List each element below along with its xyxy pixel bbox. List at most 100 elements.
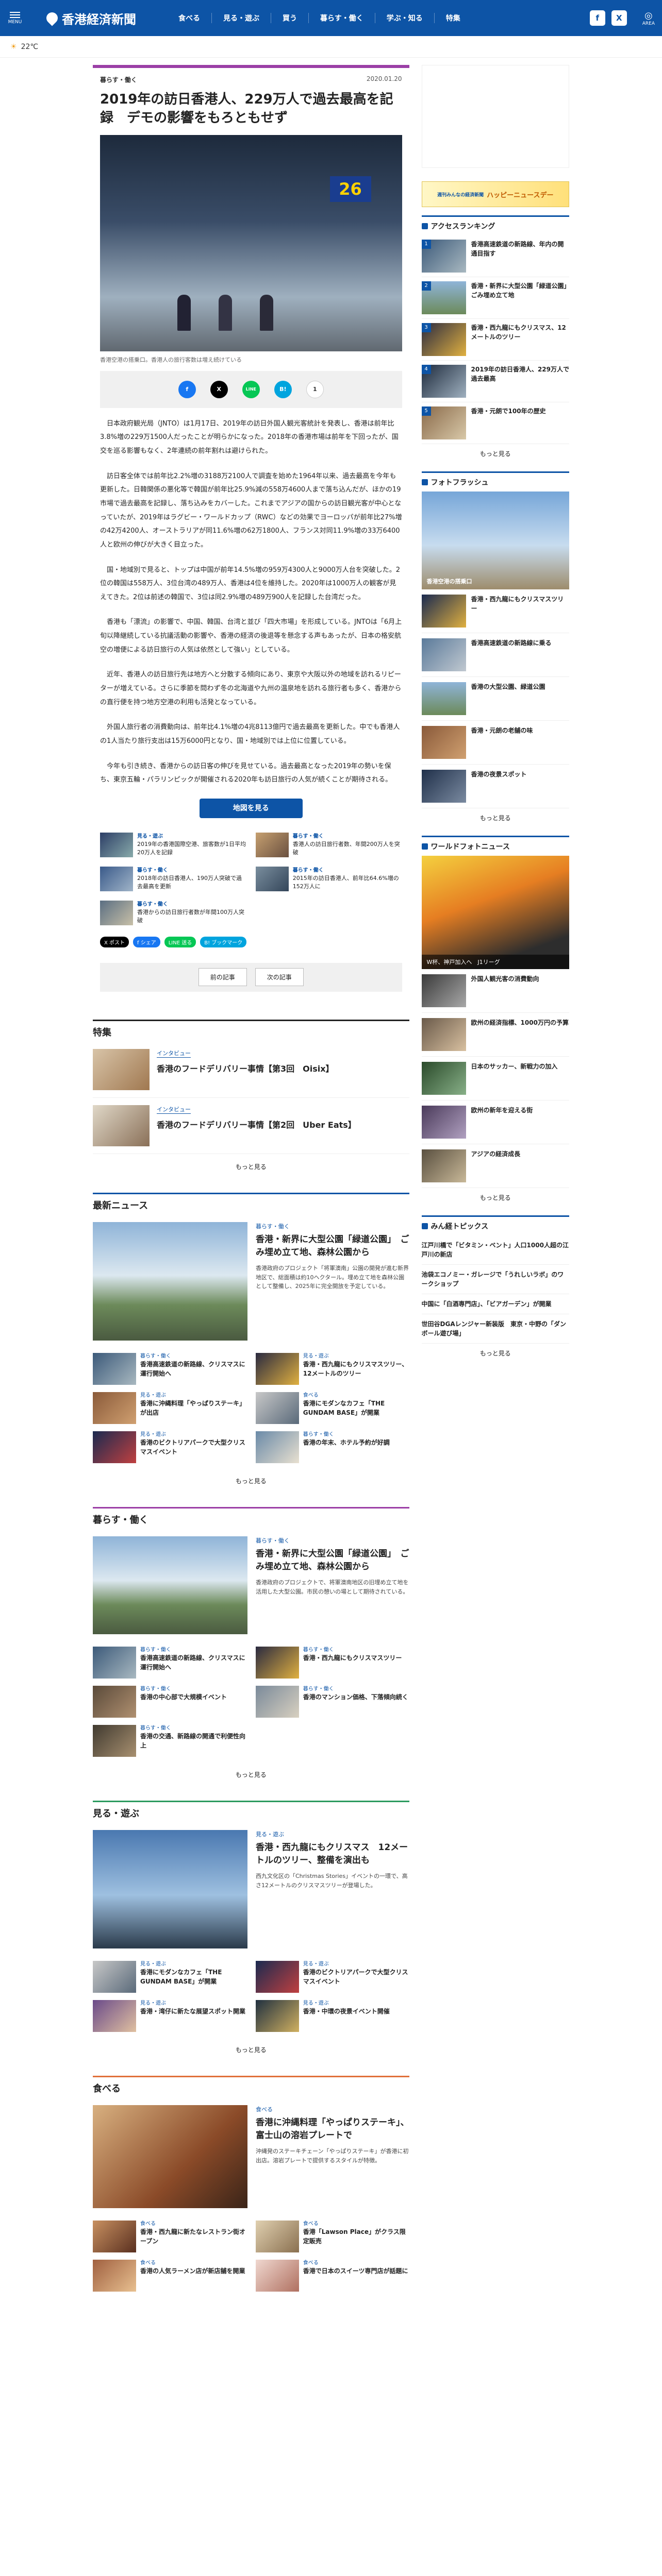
nav-item-taberu[interactable]: 食べる [167, 13, 211, 23]
site-logo[interactable]: 香港経済新聞 [44, 9, 136, 27]
hatena-bookmark-icon[interactable]: B! [274, 380, 292, 398]
line-share-icon[interactable]: LINE [242, 380, 260, 398]
news-item[interactable]: 食べる 香港の人気ラーメン店が新店舗を開業 [93, 2259, 246, 2292]
lead-story[interactable]: 見る・遊ぶ 香港・西九龍にもクリスマス 12メートルのツリー、整備を演出も 西九… [93, 1823, 409, 1956]
ranking-item[interactable]: 2 香港・新界に大型公園「緑道公園」 ごみ埋め立て地 [421, 277, 573, 319]
world-photo-item[interactable]: アジアの経済成長 [421, 1144, 569, 1188]
more-link[interactable]: もっと見る [93, 1762, 409, 1787]
news-item[interactable]: 見る・遊ぶ 香港・西九龍にもクリスマスツリー、12メートルのツリー [255, 1352, 409, 1385]
news-item[interactable]: 食べる 香港「Lawson Place」がクラス限定販売 [255, 2220, 409, 2252]
topics-more-link[interactable]: もっと見る [422, 1344, 569, 1363]
photo-flash-main[interactable]: 香港空港の搭乗口 [421, 492, 569, 589]
related-item[interactable]: 暮らす・働く 2018年の訪日香港人、190万人突破で過去最高を更新 [100, 866, 246, 891]
ranking-item[interactable]: 3 香港・西九龍にもクリスマス、12メートルのツリー [421, 319, 569, 361]
world-photo-item[interactable]: 日本のサッカー、新戦力の加入 [421, 1057, 569, 1100]
photo-thumb [421, 595, 466, 628]
lead-story[interactable]: 暮らす・働く 香港・新界に大型公園「緑道公園」 ごみ埋め立て地、森林公園から 香… [93, 1215, 409, 1348]
news-item[interactable]: 暮らす・働く 香港の年末、ホテル予約が好調 [255, 1431, 409, 1463]
lead-story[interactable]: 暮らす・働く 香港・新界に大型公園「緑道公園」 ごみ埋め立て地、森林公園から 香… [93, 1529, 409, 1641]
topic-item[interactable]: 池袋エコノミー・ガレージで「うれしいラボ」のワークショップ [421, 1265, 569, 1294]
related-title: 香港からの訪日旅行者数が年間100万人突破 [137, 908, 244, 924]
lead-summary: 沖縄発のステーキチェーン「やっぱりステーキ」が香港に初出店。溶岩プレートで提供す… [256, 2148, 409, 2164]
news-title: 香港・西九龍に新たなレストラン街オープン [140, 2228, 246, 2245]
nav-item-manabu[interactable]: 学ぶ・知る [374, 13, 434, 23]
prev-article-button[interactable]: 前の記事 [198, 968, 247, 987]
x-share-icon[interactable]: X [210, 380, 228, 398]
ranking-item[interactable]: 1 香港高速鉄道の新路線、年内の開通目指す [421, 235, 569, 277]
more-link[interactable]: もっと見る [93, 1468, 409, 1494]
news-item[interactable]: 見る・遊ぶ 香港のビクトリアパークで大型クリスマスイベント [93, 1431, 246, 1463]
related-item[interactable]: 暮らす・働く 香港からの訪日旅行者数が年間100万人突破 [100, 900, 246, 925]
news-item[interactable]: 見る・遊ぶ 香港にモダンなカフェ「THE GUNDAM BASE」が開業 [93, 1960, 246, 1993]
photo-item[interactable]: 香港・元朗の老舗の味 [421, 721, 569, 765]
area-button[interactable]: ◎ AREA [642, 10, 655, 26]
news-category: 食べる [303, 1392, 319, 1398]
news-item[interactable]: 暮らす・働く 香港高速鉄道の新路線、クリスマスに運行開始へ [93, 1646, 246, 1679]
photo-item[interactable]: 香港の大型公園、緑道公園 [421, 677, 569, 721]
next-article-button[interactable]: 次の記事 [255, 968, 304, 987]
more-link[interactable]: もっと見る [93, 1154, 409, 1179]
lead-story[interactable]: 食べる 香港に沖縄料理「やっぱりステーキ」、富士山の溶岩プレートで 沖縄発のステ… [93, 2098, 409, 2215]
article-category[interactable]: 暮らす・働く [100, 75, 137, 84]
photo-item[interactable]: 香港・西九龍にもクリスマスツリー [421, 589, 569, 633]
topic-item[interactable]: 世田谷DGAレンジャー新装版 東京・中野の「ダンボール遊び場」 [421, 1314, 569, 1344]
photo-item[interactable]: 香港の夜景スポット [421, 765, 569, 808]
map-button[interactable]: 地図を見る [199, 798, 303, 818]
news-item[interactable]: 見る・遊ぶ 香港・中環の夜景イベント開催 [255, 1999, 409, 2032]
x-post-button[interactable]: X ポスト [100, 936, 129, 947]
related-item[interactable]: 暮らす・働く 2015年の訪日香港人、前年比64.6%増の152万人に [255, 866, 402, 891]
news-thumb [255, 1392, 299, 1424]
feature-item[interactable]: インタビュー 香港のフードデリバリー事情【第2回 Uber Eats】 [93, 1098, 409, 1154]
news-item[interactable]: 見る・遊ぶ 香港のビクトリアパークで大型クリスマスイベント [255, 1960, 409, 1993]
news-title: 香港「Lawson Place」がクラス限定販売 [303, 2228, 406, 2245]
world-photo-more-link[interactable]: もっと見る [422, 1188, 569, 1207]
news-thumb [93, 1999, 136, 2032]
news-item[interactable]: 暮らす・働く 香港の中心部で大規模イベント [93, 1685, 246, 1718]
hatena-bookmark-button[interactable]: B! ブックマーク [200, 936, 247, 947]
news-item[interactable]: 暮らす・働く 香港の交通、新路線の開通で利便性向上 [93, 1724, 246, 1757]
news-category: 暮らす・働く [303, 1647, 334, 1653]
news-item[interactable]: 食べる 香港・西九龍に新たなレストラン街オープン [93, 2220, 246, 2252]
nav-item-kurasu[interactable]: 暮らす・働く [308, 13, 375, 23]
news-item[interactable]: 見る・遊ぶ 香港・湾仔に新たな展望スポット開業 [93, 1999, 246, 2032]
related-title: 香港人の訪日旅行者数、年間200万人を突破 [292, 840, 400, 856]
world-photo-item[interactable]: 欧州の新年を迎える街 [421, 1100, 569, 1144]
photo-item-title: 香港・西九龍にもクリスマスツリー [471, 596, 564, 612]
line-send-button[interactable]: LINE 送る [164, 936, 196, 947]
news-item[interactable]: 暮らす・働く 香港高速鉄道の新路線、クリスマスに運行開始へ [93, 1352, 246, 1385]
ranking-item[interactable]: 4 2019年の訪日香港人、229万人で過去最高 [421, 361, 569, 402]
facebook-icon[interactable]: f [589, 10, 605, 26]
world-photo-item-title: 日本のサッカー、新戦力の加入 [471, 1063, 558, 1070]
news-thumb [255, 1960, 299, 1993]
feature-item[interactable]: インタビュー 香港のフードデリバリー事情【第3回 Oisix】 [93, 1042, 409, 1098]
world-photo-main[interactable]: W杯、神戸加入へ J1リーグ [421, 856, 569, 969]
photo-item[interactable]: 香港高速鉄道の新路線に乗る [421, 633, 569, 677]
topic-item[interactable]: 江戸川橋で「ビタミン・ベント」人口1000人超の江戸川の新店 [421, 1235, 569, 1265]
happy-news-banner[interactable]: 週刊みんなの経済新聞 ハッピーニュースデー [421, 181, 569, 207]
nav-item-kau[interactable]: 買う [271, 13, 308, 23]
photo-more-link[interactable]: もっと見る [422, 808, 569, 827]
related-item[interactable]: 暮らす・働く 香港人の訪日旅行者数、年間200万人を突破 [255, 832, 402, 857]
news-item[interactable]: 食べる 香港にモダンなカフェ「THE GUNDAM BASE」が開業 [255, 1392, 409, 1424]
facebook-share-button[interactable]: f シェア [133, 936, 160, 947]
news-title: 香港に沖縄料理「やっぱりステーキ」が出店 [140, 1400, 246, 1416]
news-item[interactable]: 見る・遊ぶ 香港に沖縄料理「やっぱりステーキ」が出店 [93, 1392, 246, 1424]
news-category: 暮らす・働く [140, 1353, 171, 1359]
nav-item-miru[interactable]: 見る・遊ぶ [211, 13, 271, 23]
news-item[interactable]: 暮らす・働く 香港のマンション価格、下落傾向続く [255, 1685, 409, 1718]
topic-item[interactable]: 中国に「白酒専門店」、「ビアガーデン」が開業 [421, 1294, 569, 1314]
news-thumb [255, 1431, 299, 1463]
ranking-more-link[interactable]: もっと見る [422, 444, 569, 463]
nav-item-tokushu[interactable]: 特集 [434, 13, 472, 23]
news-item[interactable]: 暮らす・働く 香港・西九龍にもクリスマスツリー [255, 1646, 409, 1679]
related-category: 暮らす・働く [137, 901, 168, 907]
facebook-share-icon[interactable]: f [178, 380, 196, 398]
more-link[interactable]: もっと見る [93, 2037, 409, 2062]
world-photo-item[interactable]: 欧州の経済指標、1000万円の予算 [421, 1013, 569, 1057]
ranking-item[interactable]: 5 香港・元朗で100年の歴史 [421, 402, 569, 444]
news-item[interactable]: 食べる 香港で日本のスイーツ専門店が話題に [255, 2259, 409, 2292]
related-item[interactable]: 見る・遊ぶ 2019年の香港国際空港、旅客数が1日平均20万人を記録 [100, 832, 246, 857]
world-photo-item[interactable]: 外国人観光客の消費動向 [421, 969, 569, 1013]
x-icon[interactable]: X [611, 10, 627, 26]
menu-button[interactable]: MENU [7, 11, 23, 25]
